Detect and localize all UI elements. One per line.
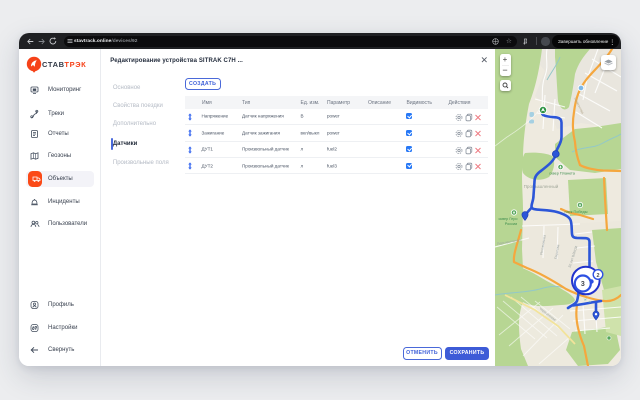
svg-text:2: 2 bbox=[596, 273, 599, 279]
svg-text:3: 3 bbox=[581, 281, 585, 288]
svg-text:Промышленный: Промышленный bbox=[524, 183, 559, 189]
svg-text:парк Победы: парк Победы bbox=[565, 210, 588, 214]
svg-text:сквер Планета: сквер Планета bbox=[549, 172, 576, 176]
svg-text:России: России bbox=[505, 222, 518, 226]
svg-text:сквер Геро: сквер Геро bbox=[499, 217, 518, 221]
